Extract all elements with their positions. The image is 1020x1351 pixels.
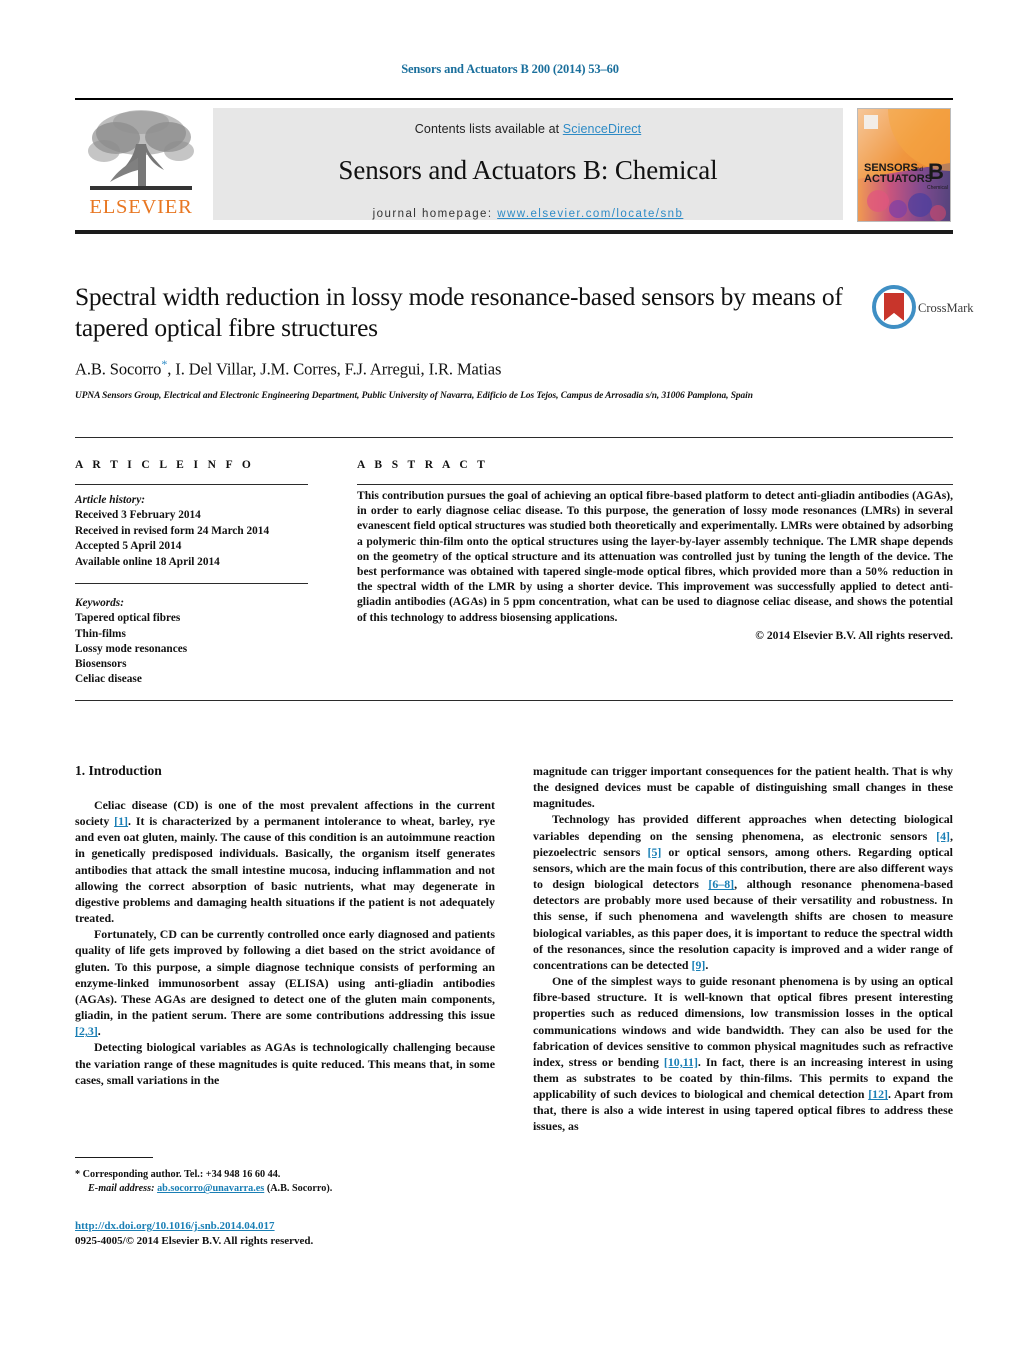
keywords-separator-rule bbox=[75, 583, 308, 585]
paragraph: Celiac disease (CD) is one of the most p… bbox=[75, 798, 496, 926]
journal-homepage-line: journal homepage: www.elsevier.com/locat… bbox=[213, 208, 843, 220]
article-first-page: Sensors and Actuators B 200 (2014) 53–60… bbox=[0, 0, 1020, 1351]
journal-cover-thumbnail: SENSORS and ACTUATORS B Chemical bbox=[857, 108, 951, 222]
citation-link[interactable]: [6–8] bbox=[708, 877, 734, 891]
homepage-prefix: journal homepage: bbox=[372, 208, 498, 220]
keyword-item: Thin-films bbox=[75, 627, 126, 640]
footnote-marker: * bbox=[75, 1169, 81, 1180]
corresponding-author-text: Corresponding author. Tel.: +34 948 16 6… bbox=[82, 1169, 281, 1180]
elsevier-tree-icon bbox=[88, 110, 194, 190]
citation-link[interactable]: [2,3] bbox=[75, 1024, 98, 1038]
history-item: Received 3 February 2014 bbox=[75, 509, 201, 522]
article-info-heading: A R T I C L E I N F O bbox=[75, 459, 255, 471]
info-top-rule bbox=[75, 437, 953, 439]
masthead-top-rule bbox=[75, 98, 953, 100]
body-column-right: magnitude can trigger important conseque… bbox=[533, 763, 953, 1135]
history-item: Accepted 5 April 2014 bbox=[75, 540, 182, 553]
footnote-rule bbox=[75, 1157, 153, 1159]
citation-link[interactable]: [12] bbox=[868, 1087, 888, 1101]
citation-link[interactable]: [1] bbox=[114, 814, 128, 828]
masthead-bottom-rule bbox=[75, 230, 953, 234]
keywords-label: Keywords: bbox=[75, 597, 124, 609]
footnote-block: * Corresponding author. Tel.: +34 948 16… bbox=[75, 1168, 505, 1196]
svg-text:ACTUATORS: ACTUATORS bbox=[864, 173, 932, 185]
keyword-item: Biosensors bbox=[75, 658, 127, 671]
cover-artwork: SENSORS and ACTUATORS B Chemical bbox=[858, 109, 950, 221]
abstract-block: This contribution pursues the goal of ac… bbox=[357, 488, 953, 643]
keyword-item: Tapered optical fibres bbox=[75, 612, 181, 625]
paragraph: Fortunately, CD can be currently control… bbox=[75, 927, 495, 1039]
keyword-item: Celiac disease bbox=[75, 673, 142, 686]
section-heading-introduction: 1. Introduction bbox=[75, 763, 162, 778]
contents-panel: Contents lists available at ScienceDirec… bbox=[213, 108, 843, 220]
elsevier-logo: ELSEVIER bbox=[77, 106, 205, 224]
history-item: Available online 18 April 2014 bbox=[75, 555, 220, 568]
author-email-link[interactable]: ab.socorro@unavarra.es bbox=[157, 1183, 264, 1194]
paragraph: Technology has provided different approa… bbox=[533, 812, 953, 972]
page-title: Spectral width reduction in lossy mode r… bbox=[75, 282, 843, 342]
journal-title: Sensors and Actuators B: Chemical bbox=[338, 155, 718, 185]
journal-homepage-link[interactable]: www.elsevier.com/locate/snb bbox=[497, 208, 683, 220]
elsevier-wordmark: ELSEVIER bbox=[89, 196, 193, 218]
contents-available-line: Contents lists available at ScienceDirec… bbox=[213, 108, 843, 136]
article-history-label: Article history: bbox=[75, 494, 145, 506]
contents-prefix: Contents lists available at bbox=[414, 122, 563, 136]
sciencedirect-link[interactable]: ScienceDirect bbox=[563, 122, 641, 136]
history-item: Received in revised form 24 March 2014 bbox=[75, 524, 270, 537]
keyword-item: Lossy mode resonances bbox=[75, 642, 188, 655]
email-note: E-mail address: ab.socorro@unavarra.es (… bbox=[75, 1182, 505, 1196]
citation-link[interactable]: [4] bbox=[936, 829, 950, 843]
svg-text:Chemical: Chemical bbox=[927, 185, 948, 191]
keywords-block: Keywords: Tapered optical fibres Thin-fi… bbox=[75, 596, 325, 688]
paragraph: Detecting biological variables as AGAs i… bbox=[75, 1040, 495, 1087]
abstract-text: This contribution pursues the goal of ac… bbox=[357, 489, 953, 624]
paragraph: One of the simplest ways to guide resona… bbox=[533, 974, 953, 1134]
abstract-bottom-rule bbox=[75, 700, 953, 702]
journal-masthead: ELSEVIER Contents lists available at Sci… bbox=[75, 98, 953, 234]
running-head: Sensors and Actuators B 200 (2014) 53–60 bbox=[401, 62, 619, 76]
info-under-rule bbox=[75, 484, 308, 486]
author-list: A.B. Socorro*, I. Del Villar, J.M. Corre… bbox=[75, 357, 865, 380]
citation-link[interactable]: [10,11] bbox=[664, 1055, 698, 1069]
abstract-heading: A B S T R A C T bbox=[357, 459, 489, 471]
first-author: A.B. Socorro bbox=[75, 359, 162, 379]
email-owner: (A.B. Socorro). bbox=[266, 1183, 333, 1195]
crossmark-icon bbox=[872, 285, 916, 329]
email-address-label: E-mail address: bbox=[88, 1183, 155, 1195]
title-block: Spectral width reduction in lossy mode r… bbox=[75, 281, 865, 403]
citation-link[interactable]: [5] bbox=[647, 845, 661, 859]
body-column-left: Celiac disease (CD) is one of the most p… bbox=[75, 797, 495, 1088]
crossmark-badge[interactable]: CrossMark bbox=[872, 285, 974, 337]
doi-link[interactable]: http://dx.doi.org/10.1016/j.snb.2014.04.… bbox=[75, 1220, 275, 1232]
paragraph: magnitude can trigger important conseque… bbox=[533, 764, 953, 811]
footer-doi-block: http://dx.doi.org/10.1016/j.snb.2014.04.… bbox=[75, 1219, 515, 1249]
abstract-under-rule bbox=[357, 484, 953, 486]
other-authors: , I. Del Villar, J.M. Corres, F.J. Arreg… bbox=[167, 359, 502, 379]
abstract-copyright: © 2014 Elsevier B.V. All rights reserved… bbox=[755, 628, 953, 642]
affiliation: UPNA Sensors Group, Electrical and Elect… bbox=[75, 390, 753, 401]
svg-text:B: B bbox=[928, 159, 944, 184]
citation-link[interactable]: [9] bbox=[692, 958, 706, 972]
crossmark-label: CrossMark bbox=[918, 301, 974, 315]
issn-copyright-line: 0925-4005/© 2014 Elsevier B.V. All right… bbox=[75, 1235, 314, 1247]
article-history-block: Article history: Received 3 February 201… bbox=[75, 493, 325, 570]
corresponding-author-note: * Corresponding author. Tel.: +34 948 16… bbox=[75, 1168, 505, 1182]
